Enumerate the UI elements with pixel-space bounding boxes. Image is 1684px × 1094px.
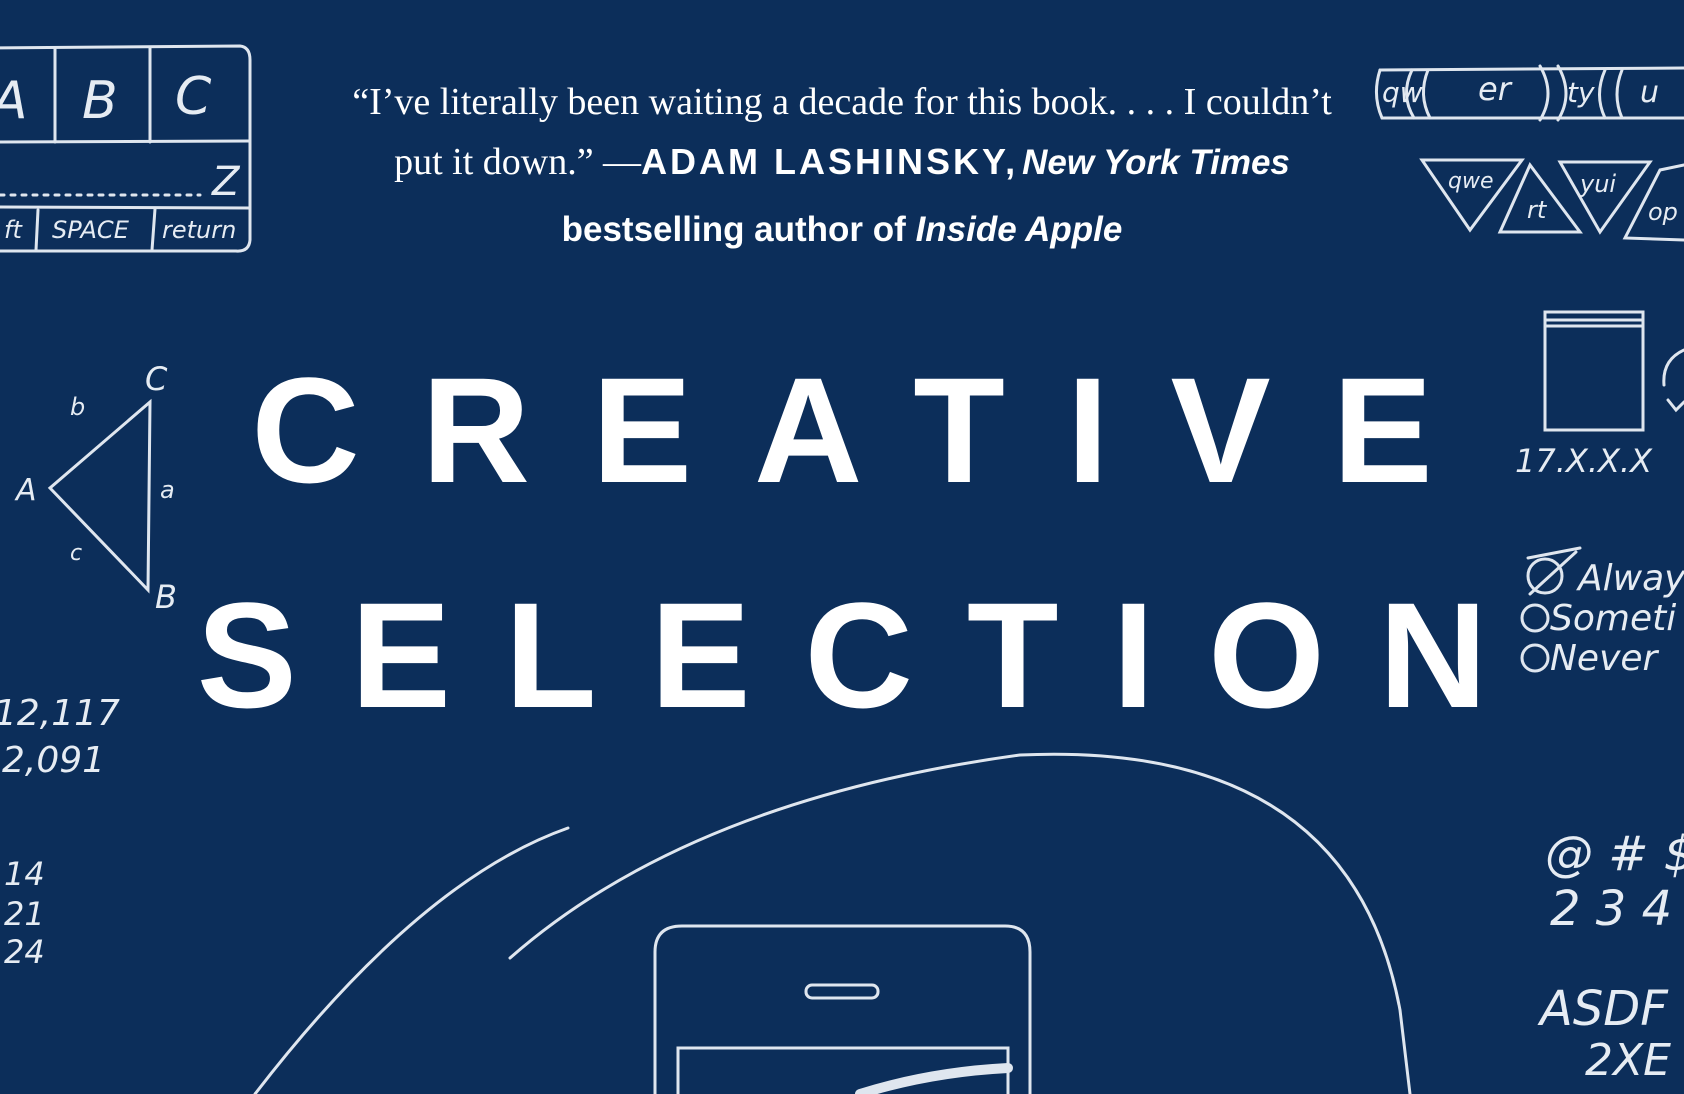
quote-text-line1: “I’ve literally been waiting a decade fo… (352, 81, 1332, 123)
key-ty: ty (1567, 76, 1595, 109)
triangle-label-c-lower: c (70, 541, 82, 566)
fraction-24: 24 (4, 933, 45, 971)
digits-row: 2 3 4 (1550, 881, 1672, 937)
book-cover: A B C Z ft SPACE return C b A a c B 12,1… (0, 0, 1684, 1094)
keyboard-letter-z: Z (211, 159, 241, 205)
quote-source: New York Times (1022, 143, 1290, 182)
keyboard-key-return: return (162, 216, 236, 244)
quote-credit-text: bestselling author of (561, 210, 906, 249)
number-2091: 2,091 (2, 740, 105, 781)
keyboard-key-space: SPACE (52, 216, 130, 244)
key-er: er (1478, 70, 1513, 108)
loop-sketch (253, 752, 1412, 1094)
key-qw: qw (1382, 76, 1423, 109)
tri-key-qwe: qwe (1448, 169, 1494, 194)
keyboard-letter-a: A (0, 71, 28, 131)
fraction-21: 21 (4, 895, 45, 933)
symbols-row: @ # $ (1545, 826, 1684, 882)
letters-asdf: ASDF (1537, 981, 1669, 1037)
title-line-creative: CREATIVE (251, 346, 1495, 514)
letters-2xe: 2XE (1585, 1035, 1671, 1086)
keyboard-letter-c: C (175, 67, 212, 127)
key-u: u (1640, 75, 1659, 110)
tri-key-rt: rt (1527, 196, 1548, 224)
quote-text-end: put it down.” — (394, 141, 642, 183)
keyboard-key-shift: ft (4, 216, 23, 244)
title-line-selection: SELECTION (196, 571, 1542, 739)
tri-key-op: op (1648, 198, 1678, 226)
quote-author: ADAM LASHINSKY, (641, 141, 1019, 182)
fraction-14: 14 (4, 855, 45, 893)
quote-text-line2: put it down.” —ADAM LASHINSKY, New York … (300, 132, 1384, 200)
keyboard-letter-b: B (82, 71, 118, 131)
tri-key-yui: yui (1579, 170, 1616, 198)
quote-credit-book: Inside Apple (915, 210, 1123, 249)
blurb-quote: “I’ve literally been waiting a decade fo… (300, 72, 1384, 260)
quote-credit: bestselling author of Inside Apple (300, 200, 1384, 260)
